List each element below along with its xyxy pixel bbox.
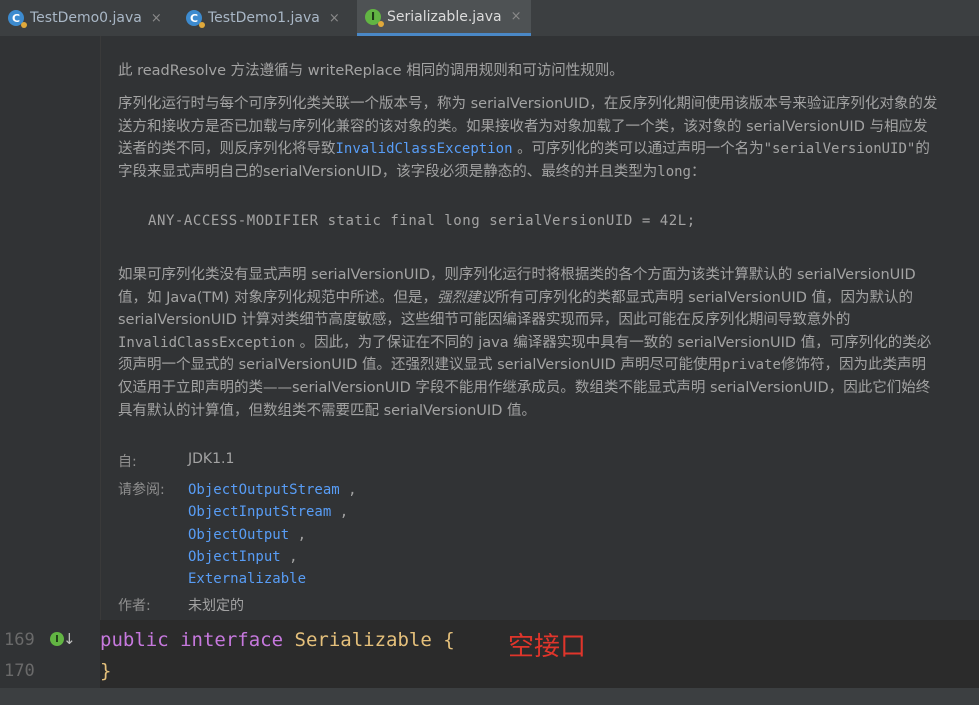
doc-paragraph-2: 序列化运行时与每个可序列化类关联一个版本号，称为 serialVersionUI…	[118, 93, 938, 183]
tab-testdemo0[interactable]: C TestDemo0.java ×	[0, 0, 176, 36]
tab-serializable[interactable]: I Serializable.java ×	[357, 0, 531, 36]
editor-tab-bar: C TestDemo0.java × C TestDemo1.java × I …	[0, 0, 979, 37]
tab-label: TestDemo1.java	[208, 10, 320, 26]
doc-code-inline: long	[657, 163, 691, 180]
arrow-down-icon[interactable]: ↓	[63, 630, 76, 648]
doc-code-inline: private	[721, 357, 781, 374]
author-value: 未划定的	[188, 598, 244, 614]
class-icon: C	[8, 10, 27, 28]
close-brace: }	[100, 660, 112, 682]
since-label: 自:	[118, 454, 137, 470]
code-line-169[interactable]: public interface Serializable {	[100, 629, 455, 651]
tab-label: Serializable.java	[387, 8, 502, 25]
doc-paragraph-1: 此 readResolve 方法遵循与 writeReplace 相同的调用规则…	[118, 63, 624, 79]
keyword-public: public	[100, 629, 169, 651]
horizontal-scrollbar[interactable]	[0, 688, 979, 705]
doc-text: ：	[690, 163, 706, 180]
interface-name: Serializable	[294, 629, 432, 651]
line-number-170: 170	[4, 661, 35, 681]
doc-code-inline: InvalidClassException	[118, 334, 296, 351]
code-line-170[interactable]: }	[100, 660, 111, 682]
see-also-link[interactable]: Externalizable	[188, 568, 357, 590]
open-brace: {	[443, 629, 455, 651]
doc-code-block: ANY-ACCESS-MODIFIER static final long se…	[148, 213, 696, 229]
tab-testdemo1[interactable]: C TestDemo1.java ×	[178, 0, 355, 36]
interface-icon: I	[365, 8, 384, 27]
doc-code-inline: "serialVersionUID"	[763, 141, 916, 158]
see-also-list: ObjectOutputStream , ObjectInputStream ,…	[188, 479, 357, 590]
tab-label: TestDemo0.java	[30, 10, 142, 26]
keyword-interface: interface	[180, 629, 284, 651]
doc-paragraph-3: 如果可序列化类没有显式声明 serialVersionUID，则序列化运行时将根…	[118, 264, 938, 422]
author-label: 作者:	[118, 598, 151, 614]
doc-text: 。可序列化的类可以通过声明一个名为	[512, 141, 764, 158]
javadoc-render: 此 readResolve 方法遵循与 writeReplace 相同的调用规则…	[100, 36, 979, 620]
invalid-class-exception-link[interactable]: InvalidClassException	[336, 141, 513, 157]
see-also-label: 请参阅:	[118, 482, 165, 498]
implemented-interface-icon[interactable]: I	[50, 632, 64, 646]
close-icon[interactable]: ×	[511, 9, 522, 24]
line-gutter: 169 170 I ↓	[0, 36, 100, 705]
see-also-link[interactable]: ObjectOutput ,	[188, 524, 357, 546]
annotation-empty-interface: 空接口	[508, 632, 587, 662]
see-also-link[interactable]: ObjectOutputStream ,	[188, 479, 357, 501]
line-number-169: 169	[4, 630, 35, 650]
see-also-link[interactable]: ObjectInputStream ,	[188, 501, 357, 523]
close-icon[interactable]: ×	[151, 11, 162, 26]
since-value: JDK1.1	[188, 451, 235, 467]
see-also-link[interactable]: ObjectInput ,	[188, 546, 357, 568]
doc-emphasis: 强烈建议	[437, 289, 496, 306]
close-icon[interactable]: ×	[329, 11, 340, 26]
class-icon: C	[186, 10, 205, 28]
